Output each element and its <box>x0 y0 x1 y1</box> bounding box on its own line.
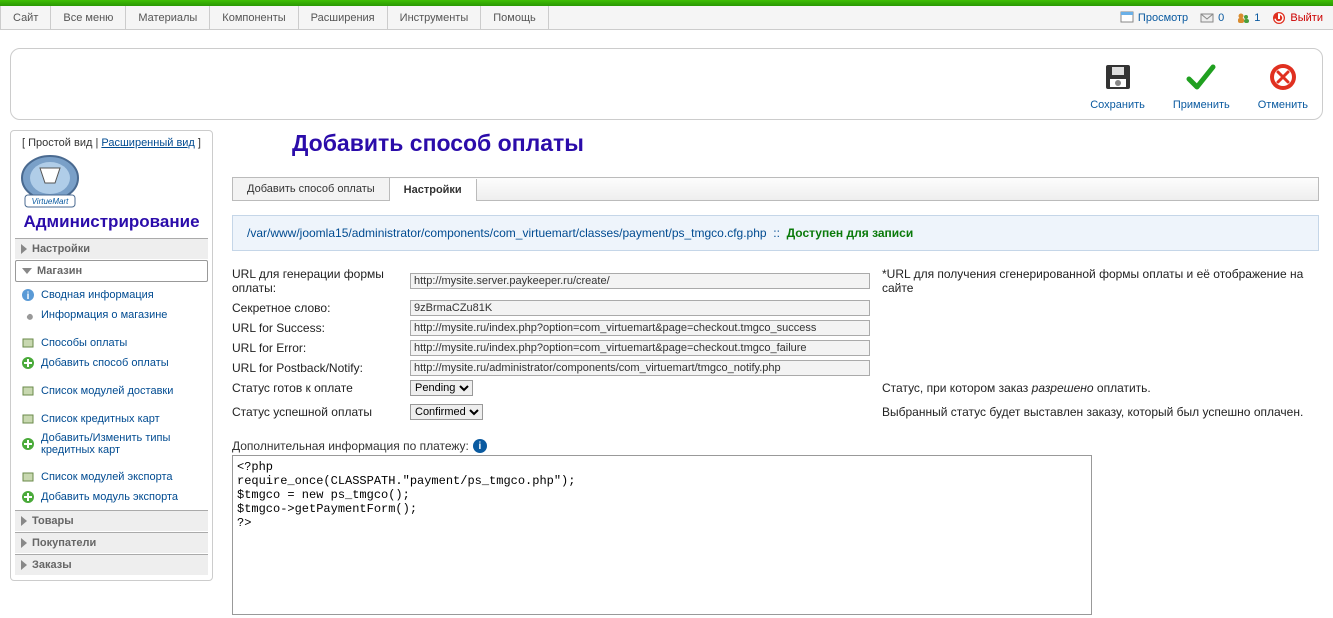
extra-info-label: Дополнительная информация по платежу: i <box>232 439 1319 453</box>
chevron-right-icon <box>21 244 27 254</box>
status-ready-select[interactable]: Pending <box>410 380 473 396</box>
module-icon <box>21 470 35 484</box>
logout-link[interactable]: Выйти <box>1272 11 1323 25</box>
cancel-button[interactable]: Отменить <box>1258 57 1308 111</box>
url-success-input[interactable] <box>410 320 870 336</box>
info-icon: i <box>21 288 35 302</box>
sidebar-item-credit-cards[interactable]: Список кредитных карт <box>15 409 208 429</box>
sidebar-item-payment-methods[interactable]: Способы оплаты <box>15 333 208 353</box>
extra-code-textarea[interactable] <box>232 455 1092 615</box>
url-gen-label: URL для генерации формы оплаты: <box>232 265 402 297</box>
sidebar: [ Простой вид | Расширенный вид ] Virtue… <box>10 130 213 581</box>
sidebar-item-add-export[interactable]: Добавить модуль экспорта <box>15 487 208 507</box>
main-content: Добавить способ оплаты Добавить способ о… <box>228 130 1323 618</box>
view-extended-link[interactable]: Расширенный вид <box>101 137 194 149</box>
filepath-box: /var/www/joomla15/administrator/componen… <box>232 215 1319 251</box>
wrench-icon <box>21 308 35 322</box>
secret-label: Секретное слово: <box>232 299 402 317</box>
url-gen-input[interactable] <box>410 273 870 289</box>
preview-icon <box>1120 11 1134 25</box>
info-icon: i <box>473 439 487 453</box>
apply-button[interactable]: Применить <box>1173 57 1230 111</box>
users-icon <box>1236 11 1250 25</box>
users-info[interactable]: 1 <box>1236 11 1260 25</box>
virtuemart-logo: VirtueMart <box>15 153 208 208</box>
view-switch: [ Простой вид | Расширенный вид ] <box>15 137 208 149</box>
tab-add-payment[interactable]: Добавить способ оплаты <box>233 178 390 200</box>
svg-text:VirtueMart: VirtueMart <box>32 197 70 206</box>
url-success-label: URL for Success: <box>232 319 402 337</box>
view-simple: Простой вид <box>28 137 92 149</box>
sidebar-item-add-credit-card[interactable]: Добавить/Изменить типы кредитных карт <box>15 429 208 459</box>
status-ready-note: Статус, при котором заказ разрешено опла… <box>878 381 1319 395</box>
users-count: 1 <box>1254 12 1260 24</box>
url-error-input[interactable] <box>410 340 870 356</box>
apply-icon <box>1177 57 1225 97</box>
logout-icon <box>1272 11 1286 25</box>
cancel-icon <box>1259 57 1307 97</box>
chevron-right-icon <box>21 560 27 570</box>
tabs: Добавить способ оплаты Настройки <box>232 177 1319 201</box>
preview-link[interactable]: Просмотр <box>1120 11 1188 25</box>
sidebar-section-customers[interactable]: Покупатели <box>15 532 208 554</box>
secret-input[interactable] <box>410 300 870 316</box>
plus-icon <box>21 437 35 451</box>
sidebar-item-shipping-modules[interactable]: Список модулей доставки <box>15 381 208 401</box>
menu-all[interactable]: Все меню <box>51 6 126 30</box>
status-success-label: Статус успешной оплаты <box>232 399 402 425</box>
tab-settings[interactable]: Настройки <box>390 179 477 201</box>
plus-icon <box>21 356 35 370</box>
status-ready-label: Статус готов к оплате <box>232 379 402 397</box>
url-gen-note: *URL для получения сгенерированной формы… <box>878 267 1319 295</box>
plus-icon <box>21 490 35 504</box>
logout-label: Выйти <box>1290 12 1323 24</box>
sidebar-item-summary[interactable]: i Сводная информация <box>15 285 208 305</box>
status-success-select[interactable]: Confirmed <box>410 404 483 420</box>
page-title: Добавить способ оплаты <box>292 130 1319 157</box>
menu-site[interactable]: Сайт <box>0 6 51 30</box>
url-postback-label: URL for Postback/Notify: <box>232 359 402 377</box>
preview-label: Просмотр <box>1138 12 1188 24</box>
action-toolbar: Сохранить Применить Отменить <box>10 48 1323 120</box>
messages-info[interactable]: 0 <box>1200 11 1224 25</box>
save-button[interactable]: Сохранить <box>1090 57 1145 111</box>
sidebar-section-orders[interactable]: Заказы <box>15 554 208 576</box>
chevron-right-icon <box>21 538 27 548</box>
save-label: Сохранить <box>1090 99 1145 111</box>
sidebar-shop-items: i Сводная информация Информация о магази… <box>15 282 208 510</box>
save-icon <box>1094 57 1142 97</box>
mail-icon <box>1200 11 1214 25</box>
sidebar-section-settings[interactable]: Настройки <box>15 238 208 260</box>
menu-tools[interactable]: Инструменты <box>388 6 482 30</box>
chevron-down-icon <box>22 268 32 274</box>
apply-label: Применить <box>1173 99 1230 111</box>
sidebar-item-shop-info[interactable]: Информация о магазине <box>15 305 208 325</box>
menu-left: Сайт Все меню Материалы Компоненты Расши… <box>0 6 549 30</box>
menu-help[interactable]: Помощь <box>481 6 549 30</box>
filepath-text: /var/www/joomla15/administrator/componen… <box>247 226 767 240</box>
menu-components[interactable]: Компоненты <box>210 6 298 30</box>
menu-right: Просмотр 0 1 Выйти <box>1120 11 1323 25</box>
cancel-label: Отменить <box>1258 99 1308 111</box>
url-postback-input[interactable] <box>410 360 870 376</box>
menu-extensions[interactable]: Расширения <box>299 6 388 30</box>
sidebar-item-export-modules[interactable]: Список модулей экспорта <box>15 467 208 487</box>
svg-text:i: i <box>27 291 30 302</box>
menu-materials[interactable]: Материалы <box>126 6 210 30</box>
module-icon <box>21 412 35 426</box>
sidebar-item-add-payment[interactable]: Добавить способ оплаты <box>15 353 208 373</box>
module-icon <box>21 336 35 350</box>
filepath-status: Доступен для записи <box>787 226 914 240</box>
url-error-label: URL for Error: <box>232 339 402 357</box>
messages-count: 0 <box>1218 12 1224 24</box>
top-menu-bar: Сайт Все меню Материалы Компоненты Расши… <box>0 6 1333 30</box>
sidebar-title: Администрирование <box>15 212 208 232</box>
sidebar-section-shop[interactable]: Магазин <box>15 260 208 282</box>
status-success-note: Выбранный статус будет выставлен заказу,… <box>878 405 1319 419</box>
module-icon <box>21 384 35 398</box>
chevron-right-icon <box>21 516 27 526</box>
settings-form: URL для генерации формы оплаты: *URL для… <box>232 265 1319 425</box>
sidebar-section-products[interactable]: Товары <box>15 510 208 532</box>
